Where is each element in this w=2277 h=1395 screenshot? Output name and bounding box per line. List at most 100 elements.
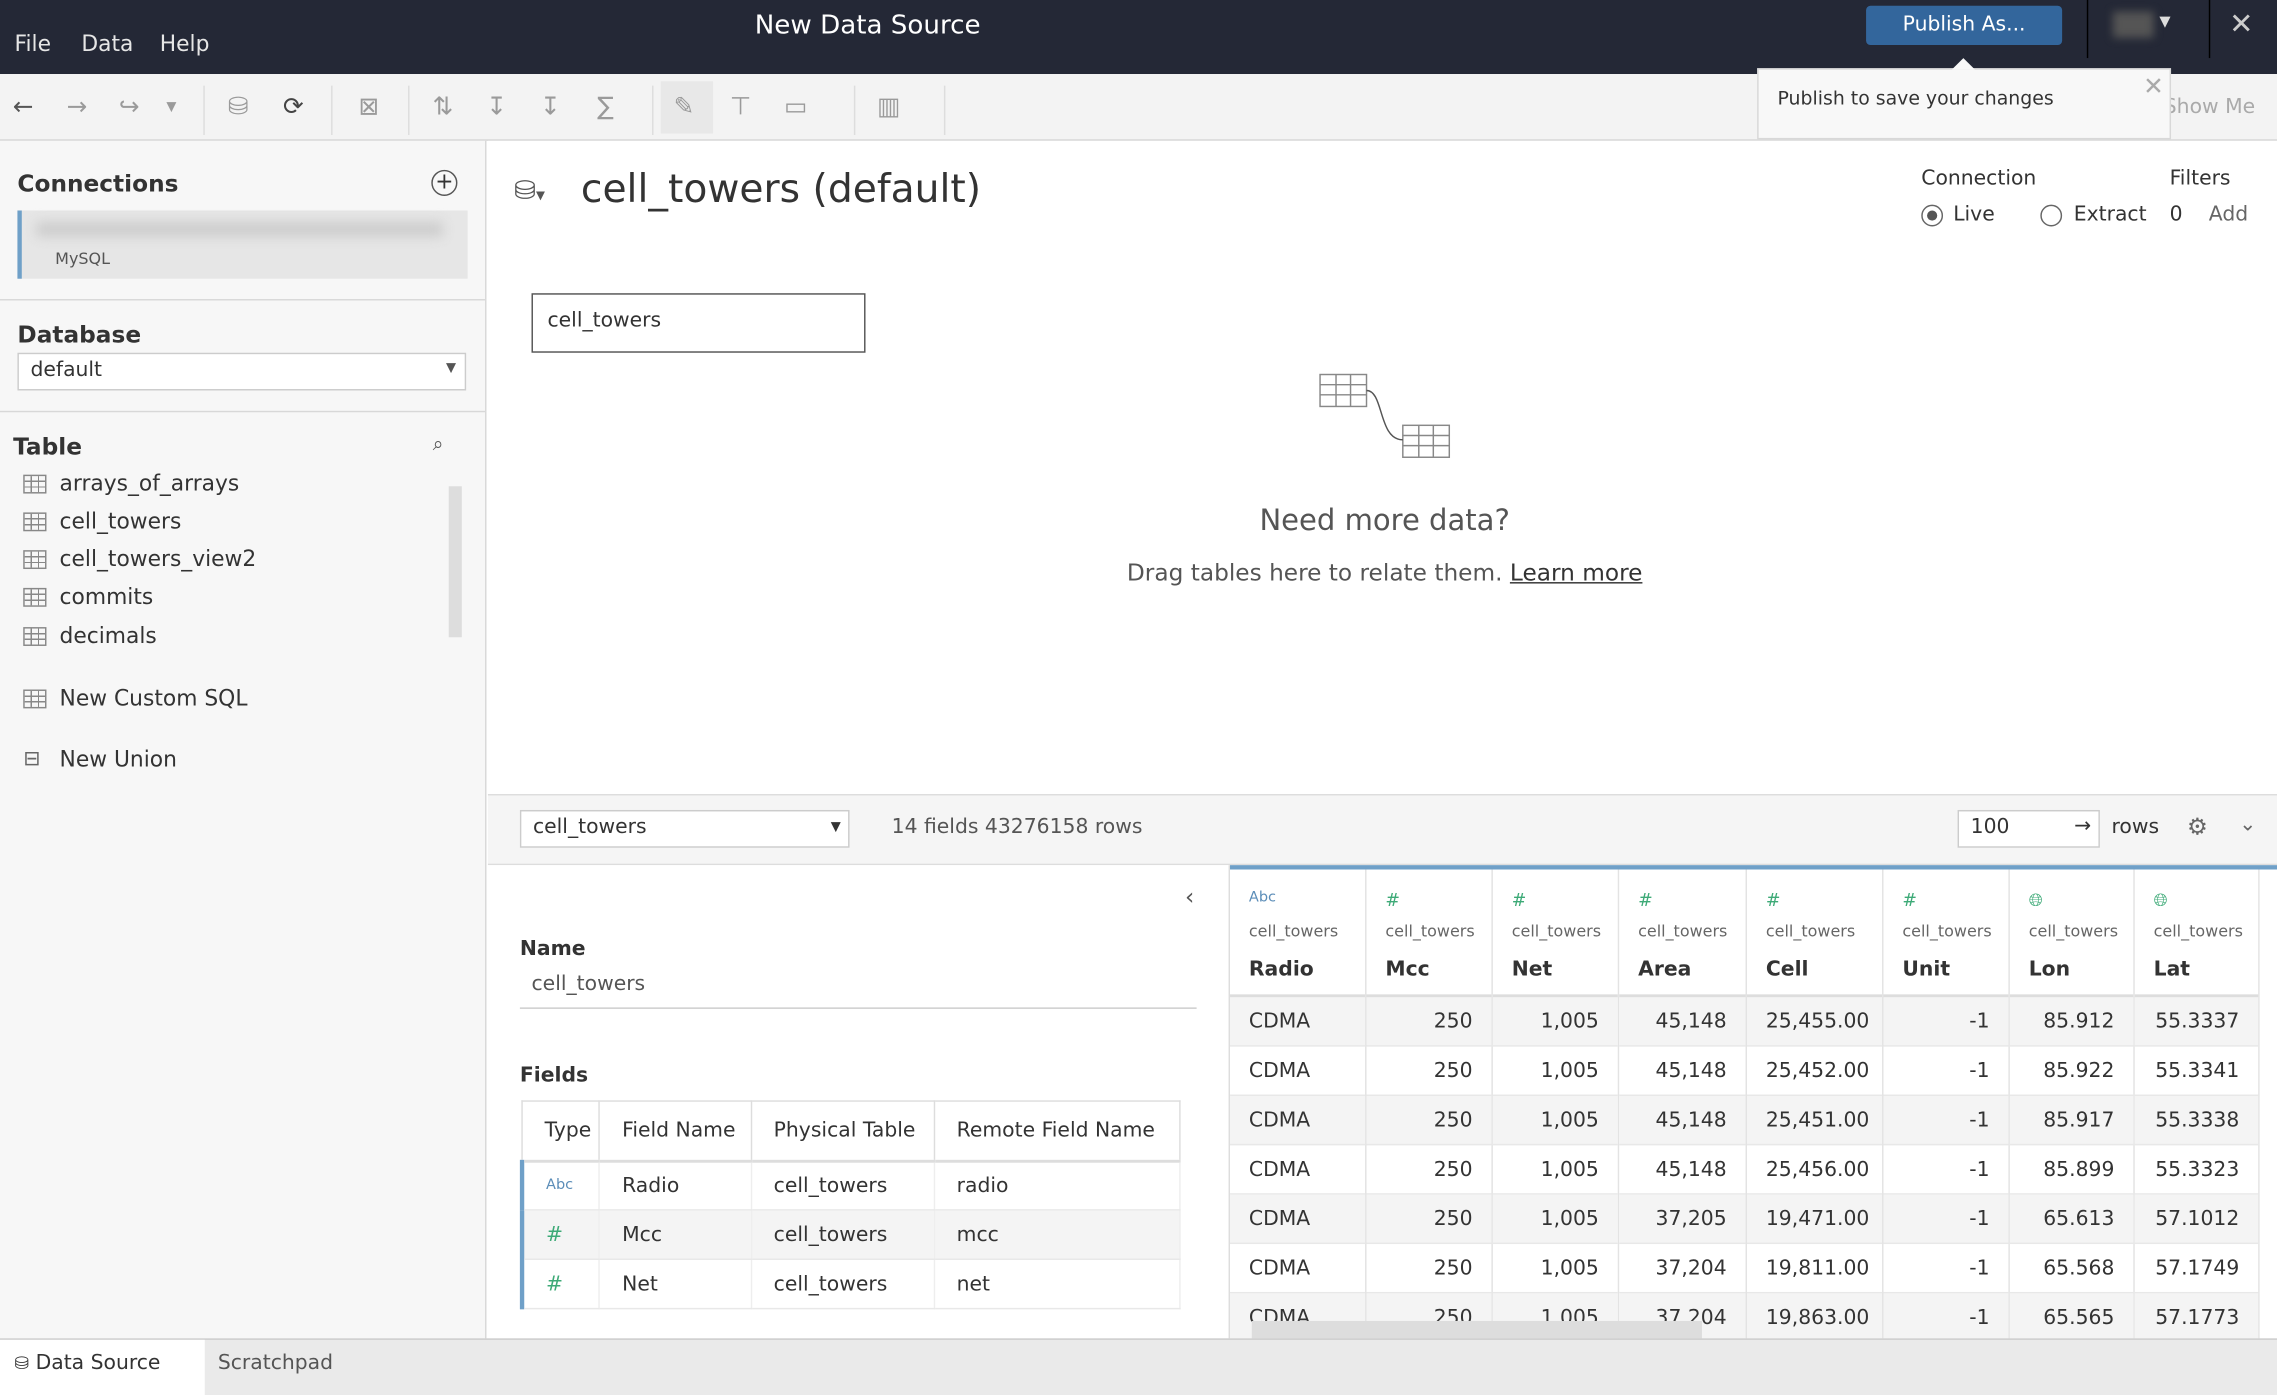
column-name[interactable]: Net xyxy=(1512,958,1599,981)
column-name[interactable]: Cell xyxy=(1766,958,1863,981)
highlight-icon[interactable]: ✎ xyxy=(667,91,702,123)
column-name[interactable]: Lat xyxy=(2154,958,2240,981)
column-header[interactable]: # cell_towers Area xyxy=(1619,870,1746,998)
table-item[interactable]: cell_towers_view2 xyxy=(23,546,256,572)
show-me-button[interactable]: Show Me xyxy=(2164,96,2255,119)
extract-label[interactable]: Extract xyxy=(2074,203,2147,226)
tab-scratchpad[interactable]: Scratchpad xyxy=(218,1351,333,1374)
table-select[interactable]: cell_towers ▼ xyxy=(519,809,850,848)
column-header[interactable]: 🌐︎ cell_towers Lon xyxy=(2009,870,2134,998)
table-chip[interactable]: cell_towers xyxy=(531,293,866,353)
database-value: default xyxy=(30,358,103,382)
publish-as-button[interactable]: Publish As... xyxy=(1866,5,2063,45)
col-physical-table[interactable]: Physical Table xyxy=(750,1100,935,1163)
dropdown-icon[interactable]: ▼ xyxy=(154,91,189,123)
live-label[interactable]: Live xyxy=(1953,203,1995,226)
refresh-icon[interactable]: ⟳ xyxy=(276,91,311,123)
tooltip-close-icon[interactable]: ✕ xyxy=(2143,73,2164,102)
column-header[interactable]: Abc cell_towers Radio xyxy=(1230,870,1366,998)
field-name[interactable]: Mcc xyxy=(599,1209,752,1260)
number-type-icon[interactable]: # xyxy=(519,1209,601,1260)
column-header[interactable]: # cell_towers Net xyxy=(1492,870,1618,998)
user-menu-chevron-icon[interactable]: ▼ xyxy=(2159,15,2170,31)
field-name[interactable]: Net xyxy=(599,1259,752,1310)
table-list-scrollbar[interactable] xyxy=(448,486,462,638)
column-header[interactable]: # cell_towers Unit xyxy=(1883,870,2009,998)
gear-icon[interactable]: ⚙ xyxy=(2187,813,2208,841)
clear-sheet-icon[interactable]: ⊠ xyxy=(351,91,386,123)
text-label-icon[interactable]: ⊤ xyxy=(723,91,758,123)
new-custom-sql[interactable]: New Custom SQL xyxy=(23,685,247,711)
physical-table: cell_towers xyxy=(751,1160,935,1211)
number-type-icon[interactable]: # xyxy=(1766,890,1863,916)
add-filter-link[interactable]: Add xyxy=(2209,203,2248,226)
user-avatar[interactable] xyxy=(2112,11,2154,38)
number-type-icon[interactable]: # xyxy=(519,1259,601,1310)
column-name[interactable]: Lon xyxy=(2029,958,2115,981)
field-row[interactable]: # Mcc cell_towers mcc xyxy=(519,1209,1181,1260)
live-radio[interactable] xyxy=(1921,204,1944,227)
globe-icon[interactable]: 🌐︎ xyxy=(2029,890,2115,916)
search-icon[interactable]: ⌕ xyxy=(433,434,444,456)
number-type-icon[interactable]: # xyxy=(1385,890,1472,916)
grid-cell: -1 xyxy=(1883,1047,2009,1096)
connection-item[interactable]: MySQL xyxy=(17,210,468,279)
field-name[interactable]: Radio xyxy=(599,1160,752,1211)
col-type[interactable]: Type xyxy=(521,1100,601,1163)
number-type-icon[interactable]: # xyxy=(1902,890,1989,916)
column-name[interactable]: Area xyxy=(1638,958,1727,981)
col-field-name[interactable]: Field Name xyxy=(598,1100,752,1163)
arrow-right-icon[interactable]: → xyxy=(2074,814,2091,837)
datasource-title[interactable]: cell_towers (default) xyxy=(581,167,981,212)
column-header[interactable]: 🌐︎ cell_towers Lat xyxy=(2134,870,2259,998)
pause-updates-icon[interactable]: ⛁ xyxy=(221,91,256,123)
add-connection-icon[interactable]: + xyxy=(431,169,458,196)
swap-icon[interactable]: ⇅ xyxy=(425,91,460,123)
remote-field: mcc xyxy=(934,1209,1181,1260)
learn-more-link[interactable]: Learn more xyxy=(1510,559,1643,587)
grid-column: Abc cell_towers Radio CDMA CDMA CDMA CDMA CDMA C… xyxy=(1230,869,1367,1339)
column-name[interactable]: Unit xyxy=(1902,958,1989,981)
grid-horizontal-scrollbar[interactable] xyxy=(1251,1320,1702,1339)
number-type-icon[interactable]: # xyxy=(1638,890,1727,916)
database-select[interactable]: default ▼ xyxy=(17,352,467,391)
string-type-icon[interactable]: Abc xyxy=(1249,890,1346,916)
grid-cell: -1 xyxy=(1883,1293,2009,1339)
new-union[interactable]: ⊟ New Union xyxy=(23,746,177,772)
fields-header-row: Type Field Name Physical Table Remote Fi… xyxy=(521,1100,1181,1163)
table-item[interactable]: decimals xyxy=(23,623,157,649)
col-remote-field[interactable]: Remote Field Name xyxy=(933,1100,1181,1163)
sort-descending-icon[interactable]: ↧ xyxy=(533,91,568,123)
show-me-chart-icon[interactable]: ▥ xyxy=(871,91,906,123)
field-row[interactable]: Abc Radio cell_towers radio xyxy=(519,1160,1181,1211)
sort-ascending-icon[interactable]: ↧ xyxy=(479,91,514,123)
column-source: cell_towers xyxy=(1765,921,1856,941)
name-input[interactable]: cell_towers xyxy=(519,973,1197,1009)
column-name[interactable]: Radio xyxy=(1249,958,1346,981)
datasource-icon[interactable]: ⛁▼ xyxy=(514,176,545,206)
fit-icon[interactable]: ▭ xyxy=(778,91,813,123)
close-icon[interactable]: ✕ xyxy=(2229,6,2253,41)
back-icon[interactable]: ← xyxy=(6,91,41,123)
column-header[interactable]: # cell_towers Mcc xyxy=(1366,870,1492,998)
column-header[interactable]: # cell_towers Cell xyxy=(1746,870,1883,998)
forward-icon[interactable]: → xyxy=(60,91,95,123)
extract-radio[interactable] xyxy=(2040,204,2063,227)
column-name[interactable]: Mcc xyxy=(1385,958,1472,981)
table-icon xyxy=(23,473,47,493)
tab-data-source[interactable]: ⛁ Data Source xyxy=(0,1339,205,1395)
table-item[interactable]: arrays_of_arrays xyxy=(23,470,239,496)
string-type-icon[interactable]: Abc xyxy=(519,1160,601,1211)
number-type-icon[interactable]: # xyxy=(1512,890,1599,916)
globe-icon[interactable]: 🌐︎ xyxy=(2154,890,2240,916)
column-source: cell_towers xyxy=(1511,921,1602,941)
sum-icon[interactable]: ∑ xyxy=(588,91,623,123)
table-name: decimals xyxy=(59,622,157,649)
field-row[interactable]: # Net cell_towers net xyxy=(519,1259,1181,1310)
collapse-panel-icon[interactable]: ‹ xyxy=(1185,883,1194,911)
rows-input[interactable]: 100 → xyxy=(1957,809,2100,848)
redo-icon[interactable]: ↪ xyxy=(112,91,147,123)
collapse-chevron-icon[interactable]: ⌄ xyxy=(2239,813,2256,836)
table-item[interactable]: cell_towers xyxy=(23,508,181,534)
table-item[interactable]: commits xyxy=(23,584,153,610)
